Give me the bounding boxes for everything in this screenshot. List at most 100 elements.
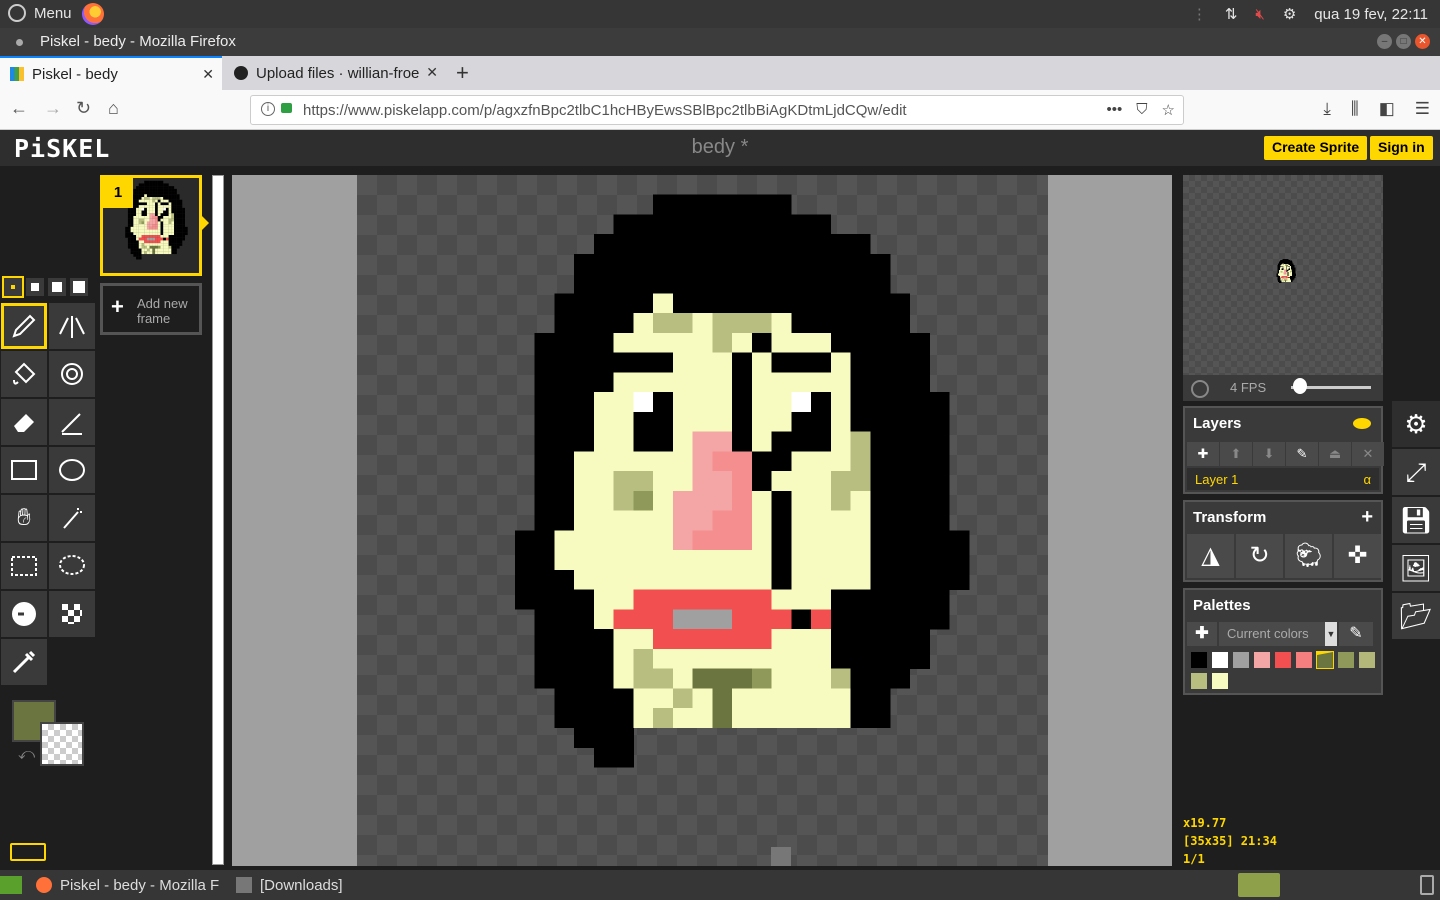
move-tool[interactable]: ✋︎ bbox=[1, 495, 47, 541]
sprite-pixel bbox=[1291, 271, 1292, 272]
frame-thumbnail[interactable]: 1 bbox=[100, 175, 209, 276]
add-palette-button[interactable]: ✚ bbox=[1187, 622, 1217, 646]
palette-color-swatch[interactable] bbox=[1254, 652, 1270, 668]
move-layer-up-button[interactable]: ⬆ bbox=[1220, 442, 1252, 466]
palette-color-swatch[interactable] bbox=[1275, 652, 1291, 668]
sidebar-icon[interactable]: ◧ bbox=[1379, 99, 1395, 119]
transform-more-icon[interactable]: + bbox=[1361, 506, 1373, 529]
palette-select[interactable]: Current colors ▼ bbox=[1219, 622, 1337, 646]
os-menu-button[interactable]: Menu bbox=[8, 4, 72, 22]
toggle-layer-preview-eye-icon[interactable] bbox=[1353, 418, 1371, 429]
vertical-mirror-pen-tool[interactable] bbox=[49, 303, 95, 349]
save-button[interactable]: 💾︎ bbox=[1392, 497, 1440, 543]
palette-color-swatch[interactable] bbox=[1212, 673, 1228, 689]
sprite-pixel bbox=[1287, 271, 1289, 273]
bookmark-star-icon[interactable]: ☆ bbox=[1162, 101, 1175, 119]
pen-tool[interactable] bbox=[1, 303, 47, 349]
palette-color-swatch[interactable] bbox=[1191, 673, 1207, 689]
sign-in-button[interactable]: Sign in bbox=[1370, 136, 1433, 160]
show-desktop-icon[interactable] bbox=[0, 876, 22, 894]
library-icon[interactable]: ⫼ bbox=[1351, 99, 1359, 119]
forward-icon[interactable]: → bbox=[44, 98, 62, 119]
site-info-icon[interactable]: i bbox=[261, 102, 275, 116]
sprite-pixel bbox=[732, 530, 753, 551]
pen-size-1[interactable] bbox=[2, 276, 24, 298]
lasso-select-tool[interactable] bbox=[49, 543, 95, 589]
url-bar[interactable]: i https://www.piskelapp.com/p/agxzfnBpc2… bbox=[250, 95, 1184, 125]
network-icon[interactable]: ⇅ bbox=[1225, 5, 1238, 23]
clock[interactable]: qua 19 fev, 22:11 bbox=[1314, 6, 1428, 23]
page-actions-icon[interactable]: ••• bbox=[1107, 101, 1123, 119]
palette-color-swatch[interactable] bbox=[1296, 652, 1312, 668]
home-icon[interactable]: ⌂ bbox=[108, 98, 119, 119]
dithering-tool[interactable] bbox=[49, 591, 95, 637]
layer-item[interactable]: Layer 1 α bbox=[1187, 468, 1379, 490]
add-new-frame-button[interactable]: + Add new frame bbox=[100, 283, 202, 335]
stroke-tool[interactable] bbox=[49, 399, 95, 445]
pocket-icon[interactable]: ⛉ bbox=[1136, 101, 1147, 119]
secondary-color-swatch[interactable] bbox=[40, 722, 84, 766]
trash-icon[interactable] bbox=[1420, 875, 1434, 895]
color-picker-tool[interactable] bbox=[1, 639, 47, 685]
eraser-tool[interactable] bbox=[1, 399, 47, 445]
back-icon[interactable]: ← bbox=[10, 98, 28, 119]
paint-bucket-tool[interactable] bbox=[1, 351, 47, 397]
hamburger-menu-icon[interactable]: ☰ bbox=[1415, 99, 1430, 119]
keyboard-shortcuts-icon[interactable] bbox=[10, 843, 46, 861]
maximize-button[interactable]: □ bbox=[1396, 34, 1411, 49]
pen-size-3[interactable] bbox=[48, 278, 66, 296]
rotate-button[interactable]: ↻ bbox=[1236, 534, 1283, 578]
palette-color-swatch[interactable] bbox=[1212, 652, 1228, 668]
lighten-tool[interactable] bbox=[49, 495, 95, 541]
clone-sheep-button[interactable]: 🐑︎ bbox=[1285, 534, 1332, 578]
add-layer-button[interactable]: ✚ bbox=[1187, 442, 1219, 466]
workspace-firefox-icon[interactable] bbox=[1238, 873, 1280, 897]
downloads-icon[interactable]: ⤓ bbox=[1323, 99, 1331, 119]
circle-tool[interactable] bbox=[49, 447, 95, 493]
merge-layer-button[interactable]: ⏏ bbox=[1319, 442, 1351, 466]
close-tab-icon[interactable]: ✕ bbox=[426, 64, 438, 81]
palette-color-swatch[interactable] bbox=[1316, 651, 1334, 669]
sprite-pixel bbox=[168, 245, 172, 249]
center-align-button[interactable]: ✜ bbox=[1334, 534, 1381, 578]
resize-button[interactable]: ⤢ bbox=[1392, 449, 1440, 495]
create-sprite-button[interactable]: Create Sprite bbox=[1264, 136, 1368, 160]
firefox-launcher-icon[interactable] bbox=[82, 3, 104, 25]
palette-color-swatch[interactable] bbox=[1233, 652, 1249, 668]
tab-upload-files[interactable]: Upload files · willian-froe ✕ bbox=[224, 56, 446, 90]
edit-palette-button[interactable]: ✎ bbox=[1339, 622, 1373, 646]
volume-muted-icon[interactable]: 🔇︎ bbox=[1255, 6, 1264, 23]
close-tab-icon[interactable]: ✕ bbox=[202, 66, 214, 83]
fps-slider-knob[interactable] bbox=[1293, 378, 1307, 394]
delete-layer-button[interactable]: ✕ bbox=[1352, 442, 1384, 466]
export-image-button[interactable]: 🖼︎ bbox=[1392, 545, 1440, 591]
pen-size-4[interactable] bbox=[70, 278, 88, 296]
url-text[interactable]: https://www.piskelapp.com/p/agxzfnBpc2tl… bbox=[303, 102, 907, 119]
rectangle-select-tool[interactable] bbox=[1, 543, 47, 589]
open-folder-button[interactable]: 📂︎ bbox=[1392, 593, 1440, 639]
minimize-button[interactable]: – bbox=[1377, 34, 1392, 49]
tab-piskel[interactable]: Piskel - bedy ✕ bbox=[0, 56, 222, 90]
flip-horizontal-button[interactable]: ◮ bbox=[1187, 534, 1234, 578]
pen-size-2[interactable] bbox=[26, 278, 44, 296]
close-window-button[interactable]: ✕ bbox=[1415, 34, 1430, 49]
onion-skin-toggle-icon[interactable] bbox=[1191, 380, 1209, 398]
swap-colors-icon[interactable]: ⤺ bbox=[18, 746, 35, 764]
settings-gear-icon[interactable]: ⚙ bbox=[1283, 5, 1296, 23]
reload-icon[interactable]: ↻ bbox=[76, 98, 91, 119]
taskbar-firefox-window[interactable]: Piskel - bedy - Mozilla Firefox bbox=[36, 870, 220, 900]
palette-color-swatch[interactable] bbox=[1338, 652, 1354, 668]
rectangle-tool[interactable] bbox=[1, 447, 47, 493]
new-tab-button[interactable]: + bbox=[456, 60, 469, 86]
move-layer-down-button[interactable]: ⬇ bbox=[1253, 442, 1285, 466]
taskbar-downloads-window[interactable]: [Downloads] bbox=[236, 870, 343, 900]
shape-select-tool[interactable] bbox=[1, 591, 47, 637]
rename-layer-button[interactable]: ✎ bbox=[1286, 442, 1318, 466]
frames-scrollbar[interactable] bbox=[212, 175, 224, 865]
settings-gear-button[interactable]: ⚙ bbox=[1392, 401, 1440, 447]
drawing-canvas[interactable] bbox=[357, 175, 1048, 866]
same-color-bucket-tool[interactable] bbox=[49, 351, 95, 397]
palette-color-swatch[interactable] bbox=[1191, 652, 1207, 668]
layer-alpha-icon[interactable]: α bbox=[1363, 472, 1371, 487]
palette-color-swatch[interactable] bbox=[1359, 652, 1375, 668]
